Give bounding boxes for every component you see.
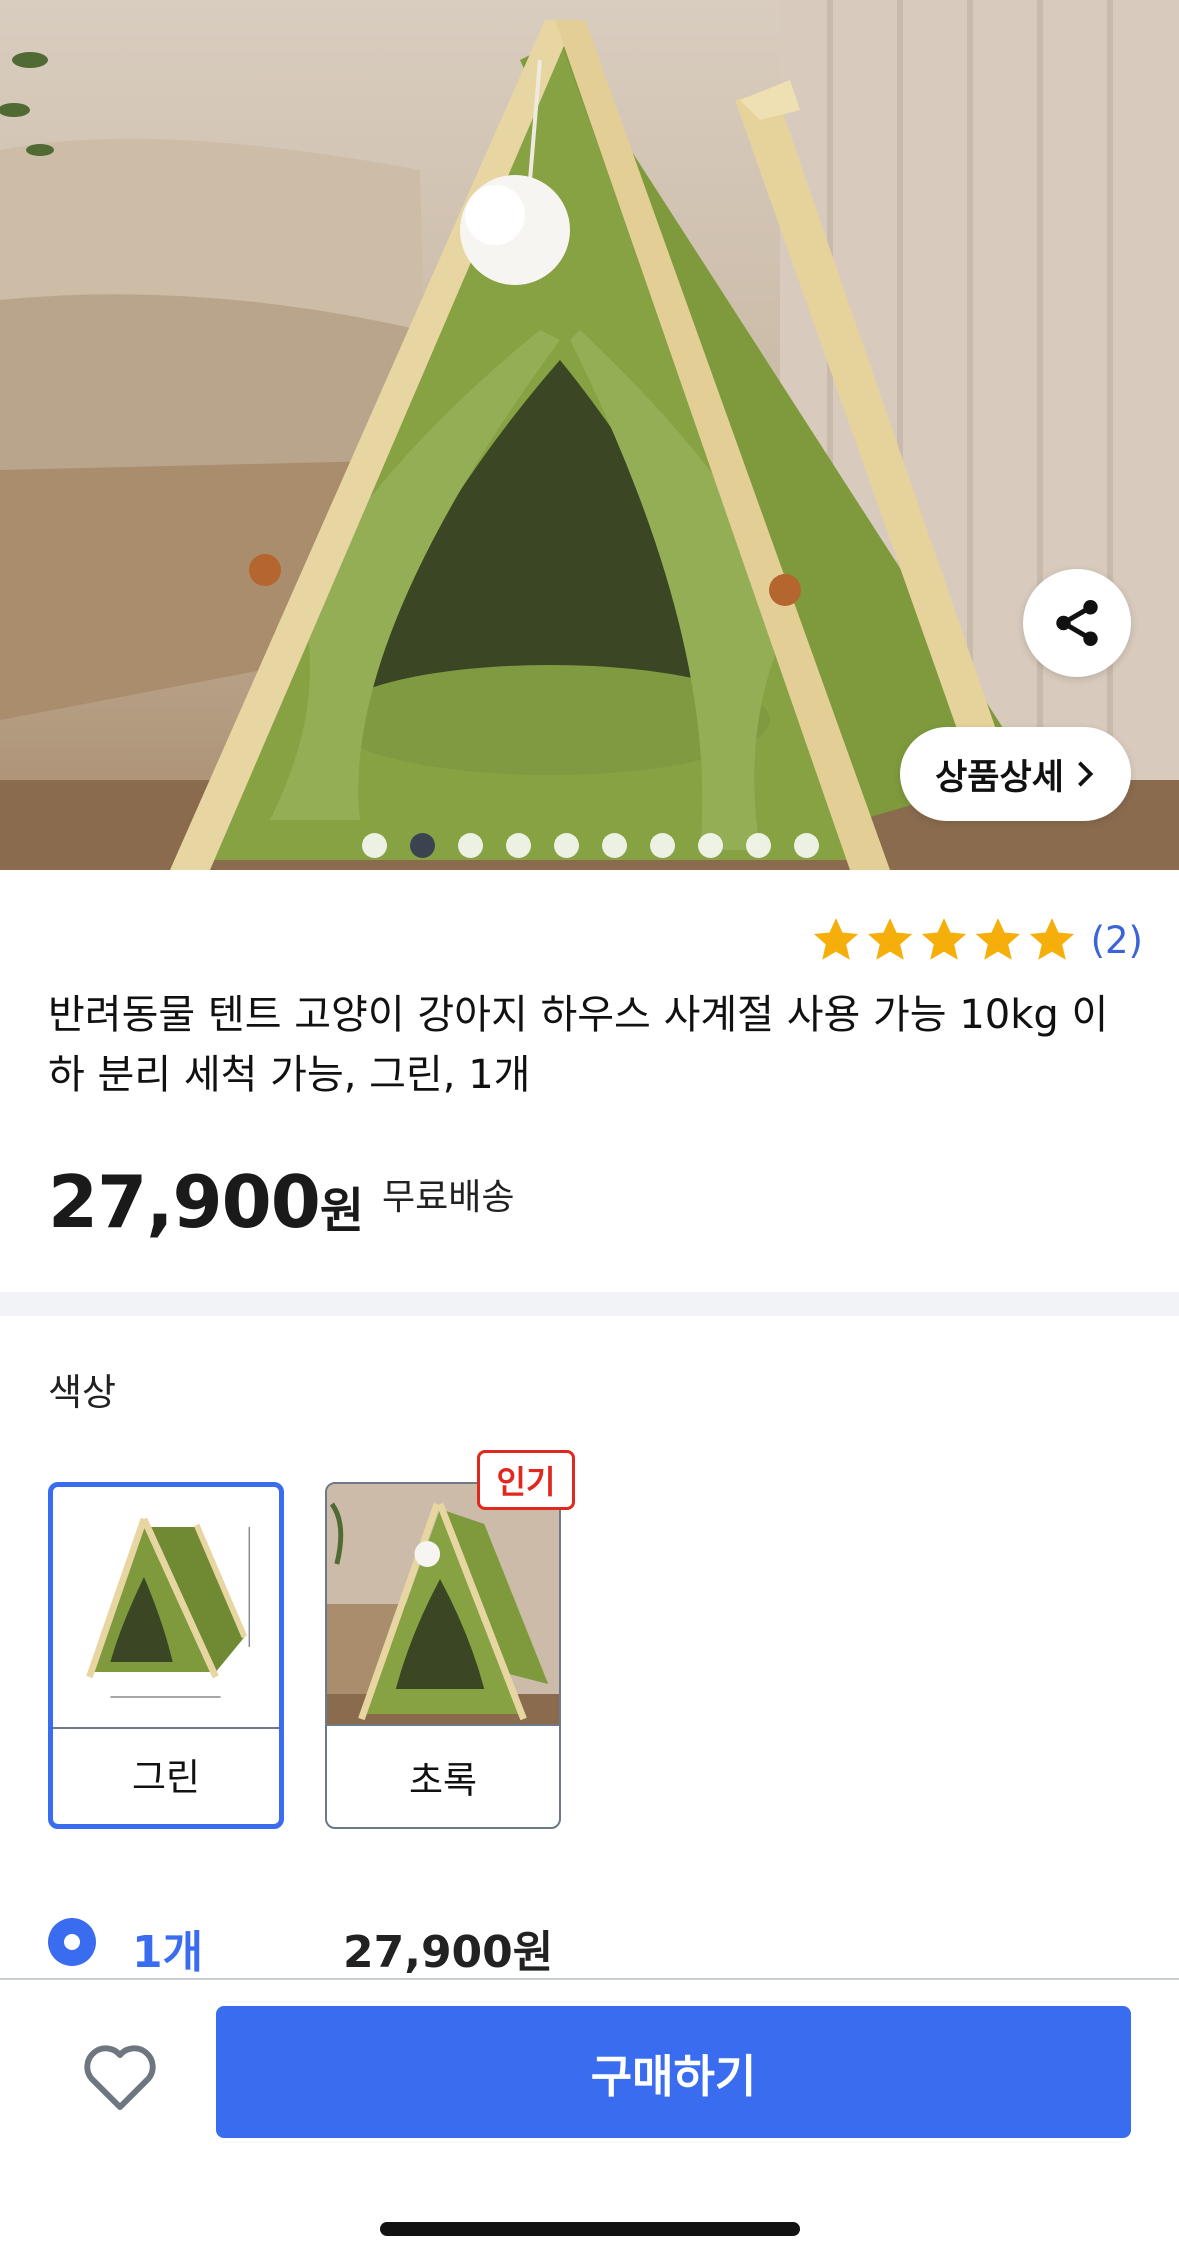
heart-icon[interactable] xyxy=(80,2040,160,2112)
product-detail-label: 상품상세 xyxy=(935,757,1064,798)
radio-selected-icon[interactable] xyxy=(48,1918,96,1966)
review-count[interactable]: (2) xyxy=(1091,919,1143,962)
option-swatch-chorok[interactable]: 초록 xyxy=(325,1482,561,1829)
carousel-dot[interactable] xyxy=(650,833,675,858)
share-icon xyxy=(1056,600,1098,646)
option-name: 초록 xyxy=(408,1759,478,1802)
option-label: 색상 xyxy=(48,1371,117,1414)
buy-button[interactable]: 구매하기 xyxy=(216,2006,1131,2138)
price-row: 27,900 원 무료배송 xyxy=(48,1160,515,1244)
star-icon xyxy=(921,918,966,960)
product-rating[interactable]: (2) xyxy=(811,912,1143,968)
share-button[interactable] xyxy=(1023,569,1131,677)
carousel-dot-active[interactable] xyxy=(410,833,435,858)
quantity-price: 27,900원 xyxy=(343,1927,554,1978)
home-indicator[interactable] xyxy=(380,2222,800,2236)
section-divider xyxy=(0,1292,1179,1316)
bottom-action-bar: 구매하기 xyxy=(0,1978,1179,2263)
quantity-label: 1개 xyxy=(132,1927,204,1978)
popular-badge: 인기 xyxy=(477,1450,575,1510)
shipping-info: 무료배송 xyxy=(382,1177,515,1218)
carousel-dot[interactable] xyxy=(746,833,771,858)
price-value: 27,900 xyxy=(48,1160,321,1244)
option-swatch-green[interactable]: 그린 xyxy=(48,1482,284,1829)
option-divider xyxy=(327,1724,559,1726)
quantity-option-row[interactable]: 1개 27,900원 xyxy=(48,1912,748,1978)
product-detail-button[interactable]: 상품상세 xyxy=(900,727,1131,821)
carousel-dot[interactable] xyxy=(458,833,483,858)
option-name: 그린 xyxy=(131,1756,201,1799)
carousel-dot[interactable] xyxy=(506,833,531,858)
chevron-right-icon xyxy=(1077,761,1094,787)
option-thumbnail xyxy=(327,1484,559,1724)
star-icon xyxy=(1029,918,1074,960)
star-icon xyxy=(813,918,858,960)
product-hero-image[interactable]: 상품상세 xyxy=(0,0,1179,870)
carousel-dot[interactable] xyxy=(794,833,819,858)
star-icon xyxy=(867,918,912,960)
carousel-dot[interactable] xyxy=(602,833,627,858)
star-icon xyxy=(975,918,1020,960)
product-title: 반려동물 텐트 고양이 강아지 하우스 사계절 사용 가능 10kg 이하 분리… xyxy=(48,992,1109,1098)
carousel-dot[interactable] xyxy=(362,833,387,858)
product-page: 상품상세 (2) 반려동물 텐트 고양이 강아지 하우스 사계절 사용 가능 1… xyxy=(0,0,1179,2263)
carousel-indicator xyxy=(0,833,1179,859)
option-thumbnail xyxy=(53,1487,279,1727)
carousel-dot[interactable] xyxy=(698,833,723,858)
price-unit: 원 xyxy=(319,1183,365,1239)
carousel-dot[interactable] xyxy=(554,833,579,858)
